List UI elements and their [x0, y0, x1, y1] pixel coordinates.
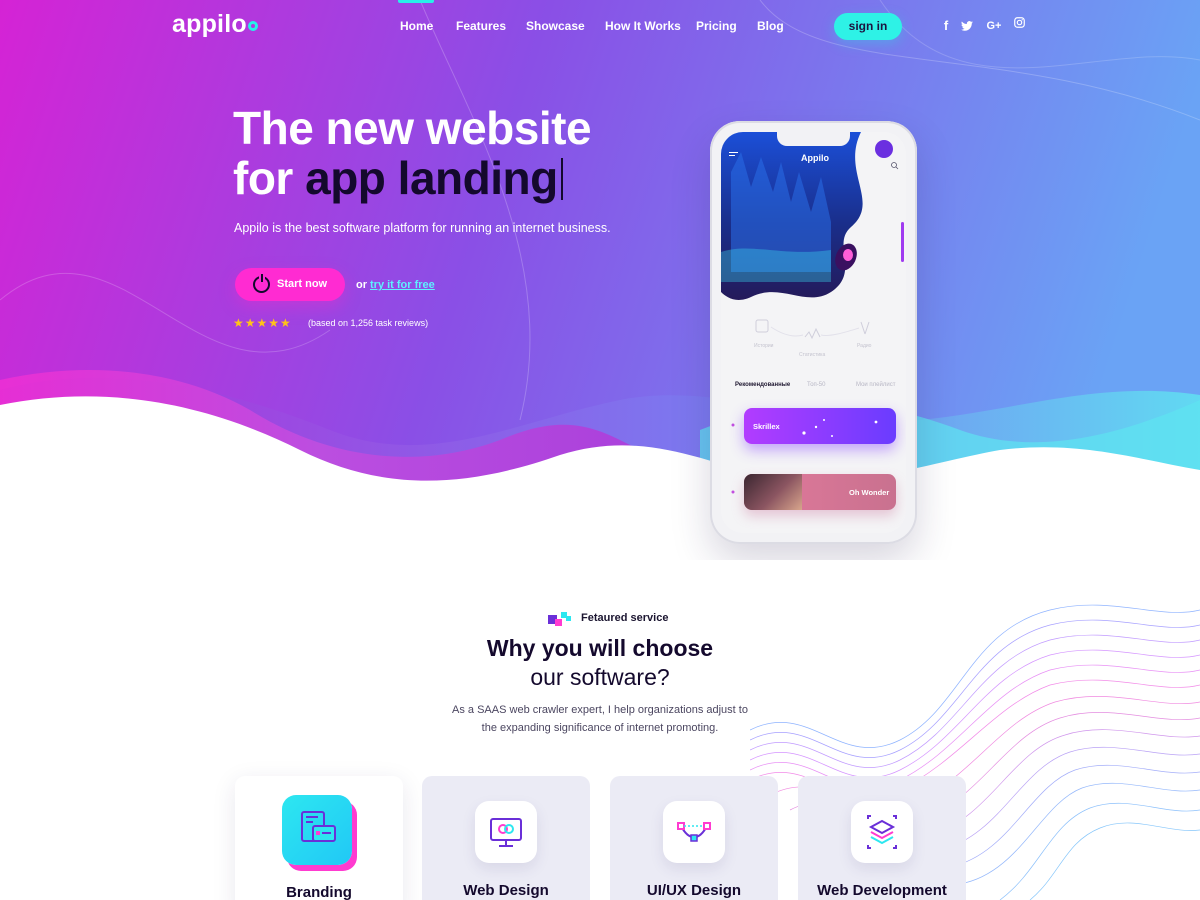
hero-headline-prefix: for [233, 152, 306, 204]
featured-service-label: Fetaured service [581, 612, 669, 624]
service-title: Web Design [463, 882, 549, 899]
phone-icon-label: Истории [754, 343, 774, 349]
phone-tab-recommended[interactable]: Рекомендованные [735, 382, 790, 388]
phone-hero-artwork [721, 132, 904, 494]
section-description-line1: As a SAAS web crawler expert, I help org… [452, 704, 748, 716]
hero-background [0, 0, 1200, 560]
section-description: As a SAAS web crawler expert, I help org… [0, 701, 1200, 737]
nav-item-showcase[interactable]: Showcase [526, 19, 585, 33]
rating-stars-icon: ★★★★★ [233, 316, 292, 330]
phone-tab-playlist[interactable]: Мои плейлист [856, 382, 895, 388]
rating-text: (based on 1,256 task reviews) [308, 318, 429, 328]
facebook-icon[interactable]: f [938, 17, 954, 35]
nav-item-how-it-works[interactable]: How It Works [605, 19, 681, 33]
phone-card-skrillex[interactable]: Skrillex [744, 408, 896, 444]
hero-headline-highlight: app landing [305, 152, 558, 204]
featured-badge-icon [548, 612, 571, 626]
twitter-icon[interactable] [959, 17, 975, 35]
phone-card-label: Oh Wonder [849, 488, 890, 497]
section-title-light: our software? [530, 664, 670, 690]
top-navigation: appilo Home Features Showcase How It Wor… [0, 0, 1200, 52]
phone-card-oh-wonder[interactable]: Oh Wonder [744, 474, 896, 510]
start-now-button[interactable]: Start now [235, 268, 345, 301]
monitor-icon [475, 801, 537, 863]
nav-item-blog[interactable]: Blog [757, 19, 784, 33]
branding-icon [282, 795, 352, 865]
sign-in-button[interactable]: sign in [834, 13, 902, 40]
logo[interactable]: appilo [172, 10, 258, 39]
service-title: UI/UX Design [646, 882, 742, 899]
phone-mockup: Appilo Истории Статистика Радио Рекоменд… [710, 121, 917, 544]
google-plus-icon[interactable]: G+ [984, 17, 1004, 35]
or-text: or [356, 279, 367, 291]
service-title: Web Development [817, 882, 947, 899]
phone-app-title: Appilo [801, 153, 829, 163]
sparkle-decoration [802, 419, 878, 437]
start-now-label: Start now [277, 278, 328, 290]
logo-text: appilo [172, 10, 247, 38]
section-description-line2: the expanding significance of internet p… [481, 722, 719, 734]
service-card-web-development[interactable]: Web Development [798, 776, 966, 900]
hero-headline-line2: for app landing [233, 153, 563, 203]
phone-notch [777, 132, 850, 146]
nav-active-indicator [398, 0, 434, 3]
text-caret [560, 158, 563, 200]
phone-icon-label: Радио [857, 343, 872, 349]
power-icon [253, 274, 270, 293]
nav-item-home[interactable]: Home [400, 19, 433, 33]
phone-icon-label: Статистика [799, 352, 826, 358]
try-free-link[interactable]: try it for free [370, 279, 435, 291]
nav-item-pricing[interactable]: Pricing [696, 19, 737, 33]
phone-screen: Appilo Истории Статистика Радио Рекоменд… [721, 132, 906, 533]
hero-subtitle: Appilo is the best software platform for… [234, 221, 611, 235]
nav-item-features[interactable]: Features [456, 19, 506, 33]
service-card-web-design[interactable]: Web Design [422, 776, 590, 900]
hero-section: appilo Home Features Showcase How It Wor… [0, 0, 1200, 560]
service-card-ui-ux-design[interactable]: UI/UX Design [610, 776, 778, 900]
service-card-branding[interactable]: Branding [235, 776, 403, 900]
logo-dot-icon [247, 21, 258, 31]
service-title: Branding [286, 884, 352, 900]
instagram-icon[interactable] [1011, 14, 1027, 32]
phone-tab-top50[interactable]: Топ-50 [807, 382, 825, 388]
section-title: Why you will choose [486, 635, 714, 661]
vector-path-icon [663, 801, 725, 863]
layers-icon [851, 801, 913, 863]
album-thumbnail [744, 474, 802, 510]
hero-headline-line1: The new website [233, 102, 592, 154]
